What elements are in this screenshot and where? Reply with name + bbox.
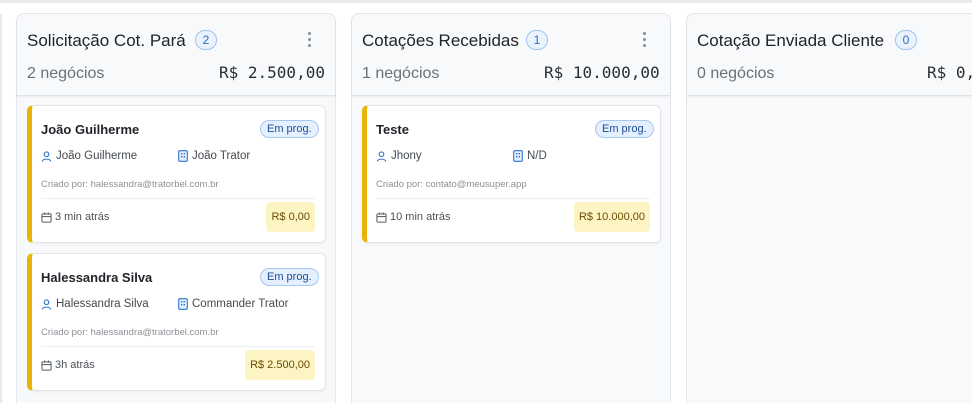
card-contact: Halessandra Silva [41,298,149,310]
created-by: Criado por: halessandra@tratorbel.com.br [41,179,219,190]
deal-value: R$ 2.500,00 [245,350,315,380]
deal-count: 2 negócios [27,65,105,82]
top-divider [0,0,972,3]
company-name: Commander Trator [192,298,289,310]
user-icon [41,298,52,310]
building-icon [178,298,188,310]
deal-card[interactable]: Halessandra Silva Em prog. Halessandra S… [27,253,326,391]
deal-card[interactable]: João Guilherme Em prog. João Guilherme J… [27,105,326,243]
card-company: João Trator [178,150,250,162]
column-count-badge: 2 [195,30,217,50]
kanban-board: Solicitação Cot. Pará 2 2 negócios R$ 2.… [0,0,972,403]
card-contact: Jhony [376,150,422,162]
deal-value: R$ 0,00 [266,202,315,232]
card-title: João Guilherme [41,122,140,137]
column-header: Cotação Enviada Cliente 0 0 negócios R$ … [687,14,972,96]
column-total: R$ 10.000,00 [544,63,660,82]
contact-name: Halessandra Silva [56,298,149,310]
calendar-icon [41,359,52,371]
company-name: N/D [527,150,547,162]
card-time: 3 min atrás [41,211,109,223]
kebab-menu-icon[interactable] [305,31,315,49]
calendar-icon [376,211,387,223]
column-cotacao-enviada-cliente: Cotação Enviada Cliente 0 0 negócios R$ … [686,13,972,403]
card-title: Halessandra Silva [41,270,153,285]
company-name: João Trator [192,150,251,162]
column-total: R$ 0, [927,63,972,82]
deal-card[interactable]: Teste Em prog. Jhony N/D Criado por: con… [362,105,661,243]
card-time: 3h atrás [41,359,95,371]
card-company: Commander Trator [178,298,289,310]
column-header: Solicitação Cot. Pará 2 2 negócios R$ 2.… [17,14,335,96]
column-count-badge: 1 [526,30,548,50]
previous-column-edge [0,14,2,403]
user-icon [376,150,387,162]
time-ago: 3 min atrás [55,211,110,223]
time-ago: 3h atrás [55,359,95,371]
user-icon [41,150,52,162]
card-contact: João Guilherme [41,150,137,162]
kebab-menu-icon[interactable] [640,31,650,49]
column-title: Solicitação Cot. Pará [27,31,186,50]
column-total: R$ 2.500,00 [219,63,325,82]
building-icon [178,150,188,162]
contact-name: Jhony [391,150,422,162]
building-icon [513,150,523,162]
column-title: Cotação Enviada Cliente [697,31,885,50]
column-count-badge: 0 [895,30,917,50]
deal-value: R$ 10.000,00 [573,202,650,232]
column-solicitacao-cot-para: Solicitação Cot. Pará 2 2 negócios R$ 2.… [16,13,336,403]
column-title: Cotações Recebidas [362,31,519,50]
contact-name: João Guilherme [56,150,138,162]
status-badge: Em prog. [260,268,319,286]
card-title: Teste [376,122,409,137]
card-divider [41,198,315,199]
time-ago: 10 min atrás [390,211,451,223]
created-by: Criado por: contato@meusuper.app [376,179,527,190]
calendar-icon [41,211,52,223]
card-time: 10 min atrás [376,211,451,223]
deal-count: 1 negócios [362,65,440,82]
column-header: Cotações Recebidas 1 1 negócios R$ 10.00… [352,14,670,96]
status-badge: Em prog. [595,120,654,138]
column-cotacoes-recebidas: Cotações Recebidas 1 1 negócios R$ 10.00… [351,13,671,403]
status-badge: Em prog. [260,120,319,138]
card-company: N/D [513,150,547,162]
card-divider [376,198,650,199]
deal-count: 0 negócios [697,65,775,82]
created-by: Criado por: halessandra@tratorbel.com.br [41,327,219,338]
card-divider [41,346,315,347]
